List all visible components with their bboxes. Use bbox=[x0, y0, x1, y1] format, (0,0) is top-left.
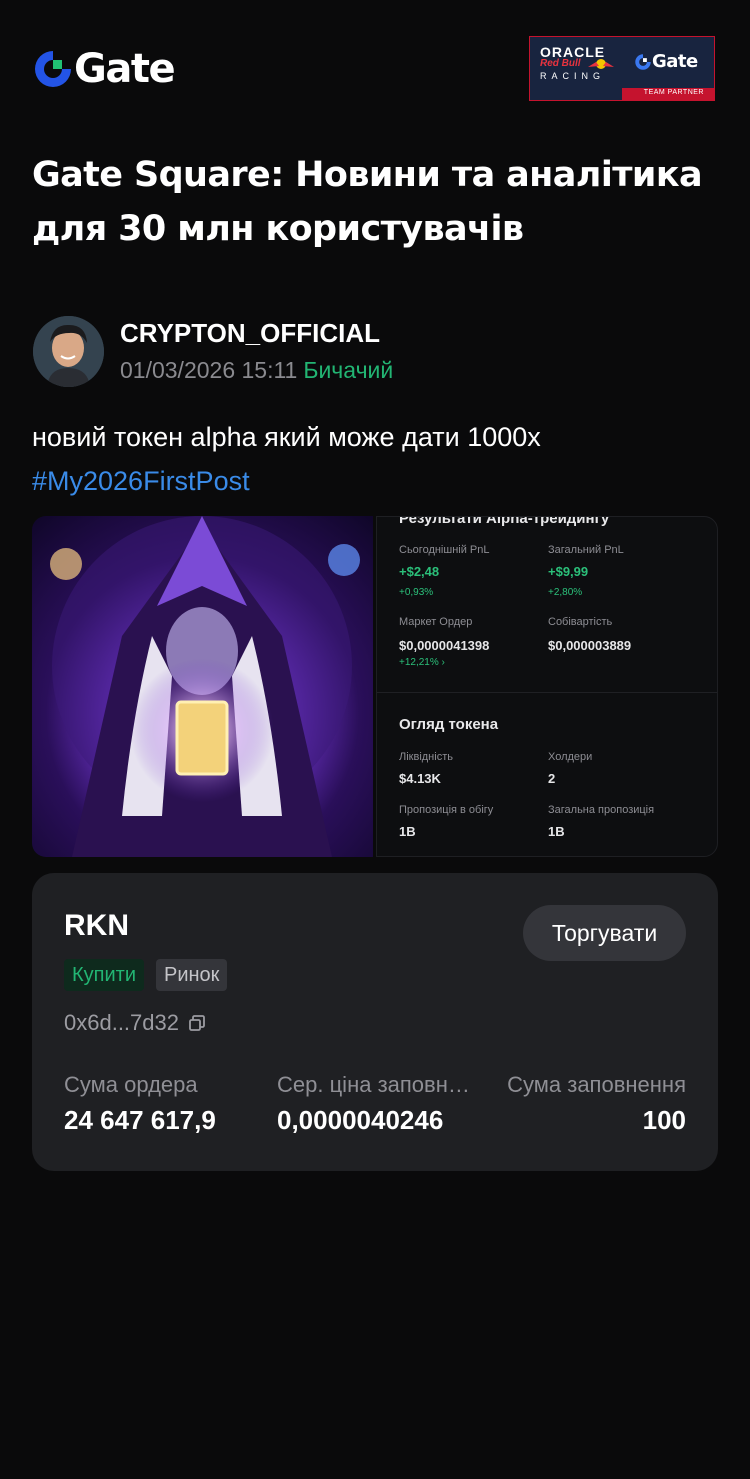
sc-holders: 2 bbox=[548, 771, 556, 786]
sc-liquidity: $4.13K bbox=[399, 771, 441, 786]
avg-price-value: 0,0000040246 bbox=[277, 1105, 444, 1135]
author-name[interactable]: CRYPTON_OFFICIAL bbox=[120, 318, 380, 349]
header: Gate ORACLE Red Bull RACING Gate TEAM PA… bbox=[32, 36, 715, 102]
sc-total-supply-label: Загальна пропозиція bbox=[548, 804, 655, 816]
partner-redbull: Red Bull bbox=[540, 58, 581, 69]
sc-section2-title: Огляд токена bbox=[399, 716, 499, 733]
avatar-image bbox=[33, 316, 104, 387]
partner-racing: RACING bbox=[540, 71, 606, 81]
hashtag-link[interactable]: #My2026FirstPost bbox=[32, 459, 722, 503]
bull-icon bbox=[588, 59, 614, 69]
page-title: Gate Square: Новини та аналітика для 30 … bbox=[32, 155, 703, 249]
post-meta: 01/03/2026 15:11 Бичачий bbox=[120, 357, 393, 384]
gate-small-icon bbox=[635, 53, 651, 70]
sc-today-pnl: +$2,48 bbox=[399, 564, 440, 579]
post-image-art[interactable] bbox=[32, 516, 373, 857]
sc-total-pnl-label: Загальний PnL bbox=[548, 544, 624, 556]
sc-cost-label: Собівартість bbox=[548, 616, 613, 628]
sc-cost: $0,000003889 bbox=[548, 638, 632, 653]
partner-strip: TEAM PARTNER bbox=[622, 88, 714, 100]
side-badge: Купити bbox=[64, 959, 144, 991]
post-body: новий токен alpha який може дати 1000x #… bbox=[32, 415, 722, 503]
partner-gate-text: Gate bbox=[652, 51, 698, 72]
sc-circ-label: Пропозиція в обігу bbox=[399, 804, 494, 816]
sorceress-illustration bbox=[50, 516, 360, 857]
sc-market-order-label: Маркет Ордер bbox=[399, 616, 473, 628]
copy-icon[interactable] bbox=[187, 1013, 207, 1033]
order-amount-label: Сума ордера bbox=[64, 1072, 198, 1097]
sentiment-badge: Бичачий bbox=[303, 357, 394, 383]
sc-total-pnl-pct: +2,80% bbox=[548, 587, 583, 598]
fill-amount-label: Сума заповнення bbox=[507, 1072, 686, 1097]
post-text: новий токен alpha який може дати 1000x bbox=[32, 422, 541, 452]
sc-market-order: $0,0000041398 bbox=[399, 638, 490, 653]
logo-text: Gate bbox=[74, 46, 176, 92]
contract-address-text: 0x6d...7d32 bbox=[64, 1010, 179, 1035]
post-date: 01/03/2026 15:11 bbox=[120, 357, 298, 383]
order-amount-value: 24 647 617,9 bbox=[64, 1105, 216, 1135]
sc-circ: 1B bbox=[399, 824, 416, 839]
sc-total-pnl: +$9,99 bbox=[548, 564, 589, 579]
page: Gate ORACLE Red Bull RACING Gate TEAM PA… bbox=[0, 0, 750, 1479]
sc-divider bbox=[377, 692, 717, 693]
gate-logo-icon bbox=[35, 51, 71, 87]
avatar[interactable] bbox=[33, 316, 104, 387]
trade-button[interactable]: Торгувати bbox=[523, 905, 686, 961]
order-type-badge: Ринок bbox=[156, 959, 228, 991]
fill-amount-value: 100 bbox=[642, 1105, 686, 1135]
team-partner-banner[interactable]: ORACLE Red Bull RACING Gate TEAM PARTNER bbox=[529, 36, 715, 101]
contract-address[interactable]: 0x6d...7d32 bbox=[64, 1010, 207, 1036]
sc-today-pnl-pct: +0,93% bbox=[399, 587, 434, 598]
partner-gate: Gate bbox=[634, 51, 698, 72]
post-image-screenshot[interactable]: Результати Alpha-трейдингу Сьогоднішній … bbox=[376, 516, 718, 857]
sc-liquidity-label: Ліквідність bbox=[399, 751, 453, 763]
partner-strip-text: TEAM PARTNER bbox=[643, 89, 704, 96]
sc-today-pnl-label: Сьогоднішній PnL bbox=[399, 544, 490, 556]
trade-card[interactable]: RKN Торгувати Купити Ринок 0x6d...7d32 С… bbox=[32, 873, 718, 1171]
sc-market-order-pct: +12,21% › bbox=[399, 657, 445, 668]
avg-price-label: Сер. ціна заповн… bbox=[277, 1072, 470, 1097]
sc-total-supply: 1B bbox=[548, 824, 565, 839]
gate-logo[interactable]: Gate bbox=[32, 46, 176, 92]
sc-section1-title: Результати Alpha-трейдингу bbox=[399, 516, 610, 527]
sc-holders-label: Холдери bbox=[548, 751, 593, 763]
token-symbol: RKN bbox=[64, 909, 129, 942]
